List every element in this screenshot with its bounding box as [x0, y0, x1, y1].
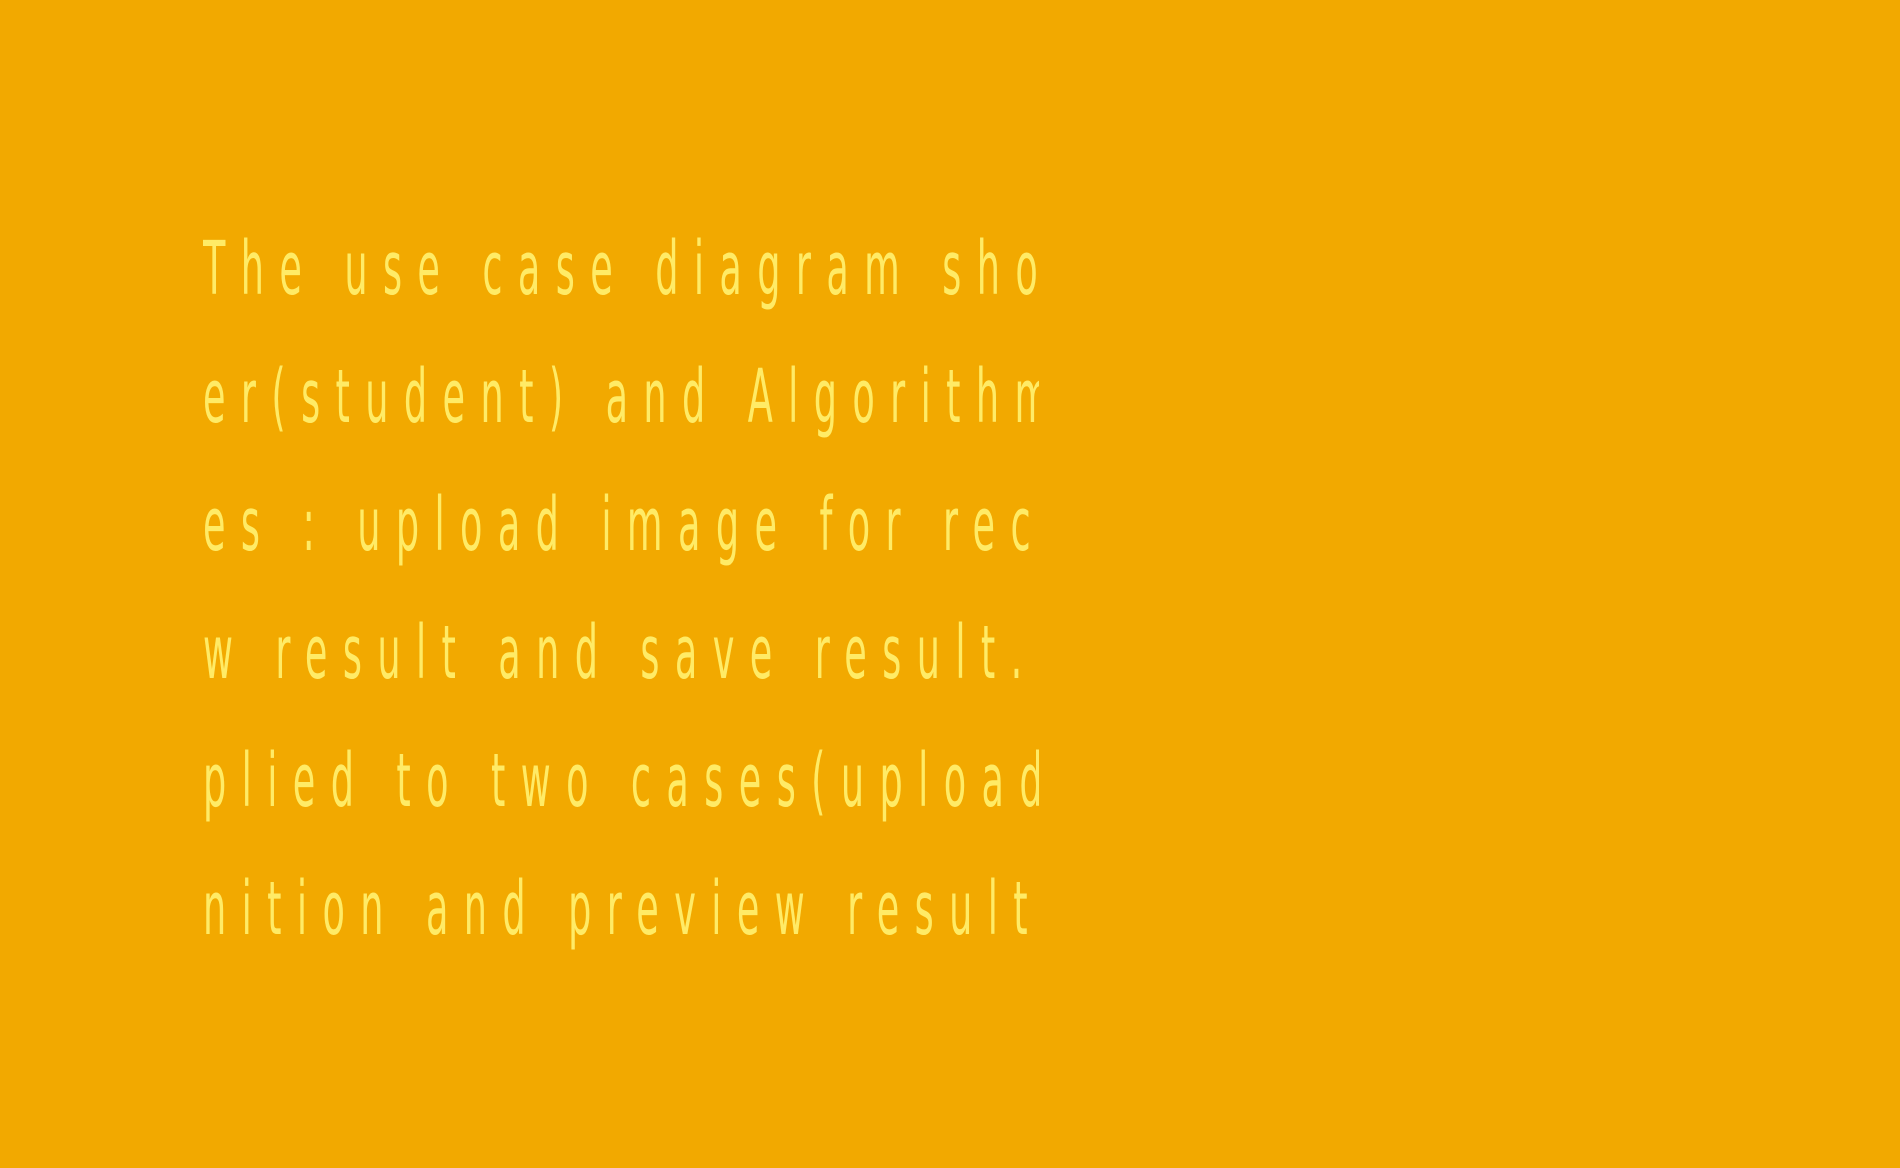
- text-line-1: The use case diagram shows two roles: us: [203, 226, 1039, 312]
- text-line-3: es : upload image for recognition, previ…: [203, 482, 1039, 568]
- canvas: The use case diagram shows two roles: us…: [0, 0, 1900, 1168]
- text-line-5: plied to two cases(upload image for reco…: [203, 738, 1039, 824]
- text-line-2: er(student) and Algorithm, and 3 use cas: [203, 354, 1039, 440]
- text-line-4: w result and save result. Algorithm is a…: [203, 610, 1038, 696]
- text-block: The use case diagram shows two roles: us…: [203, 205, 1723, 973]
- text-line-6: nition and preview result): [203, 866, 1039, 952]
